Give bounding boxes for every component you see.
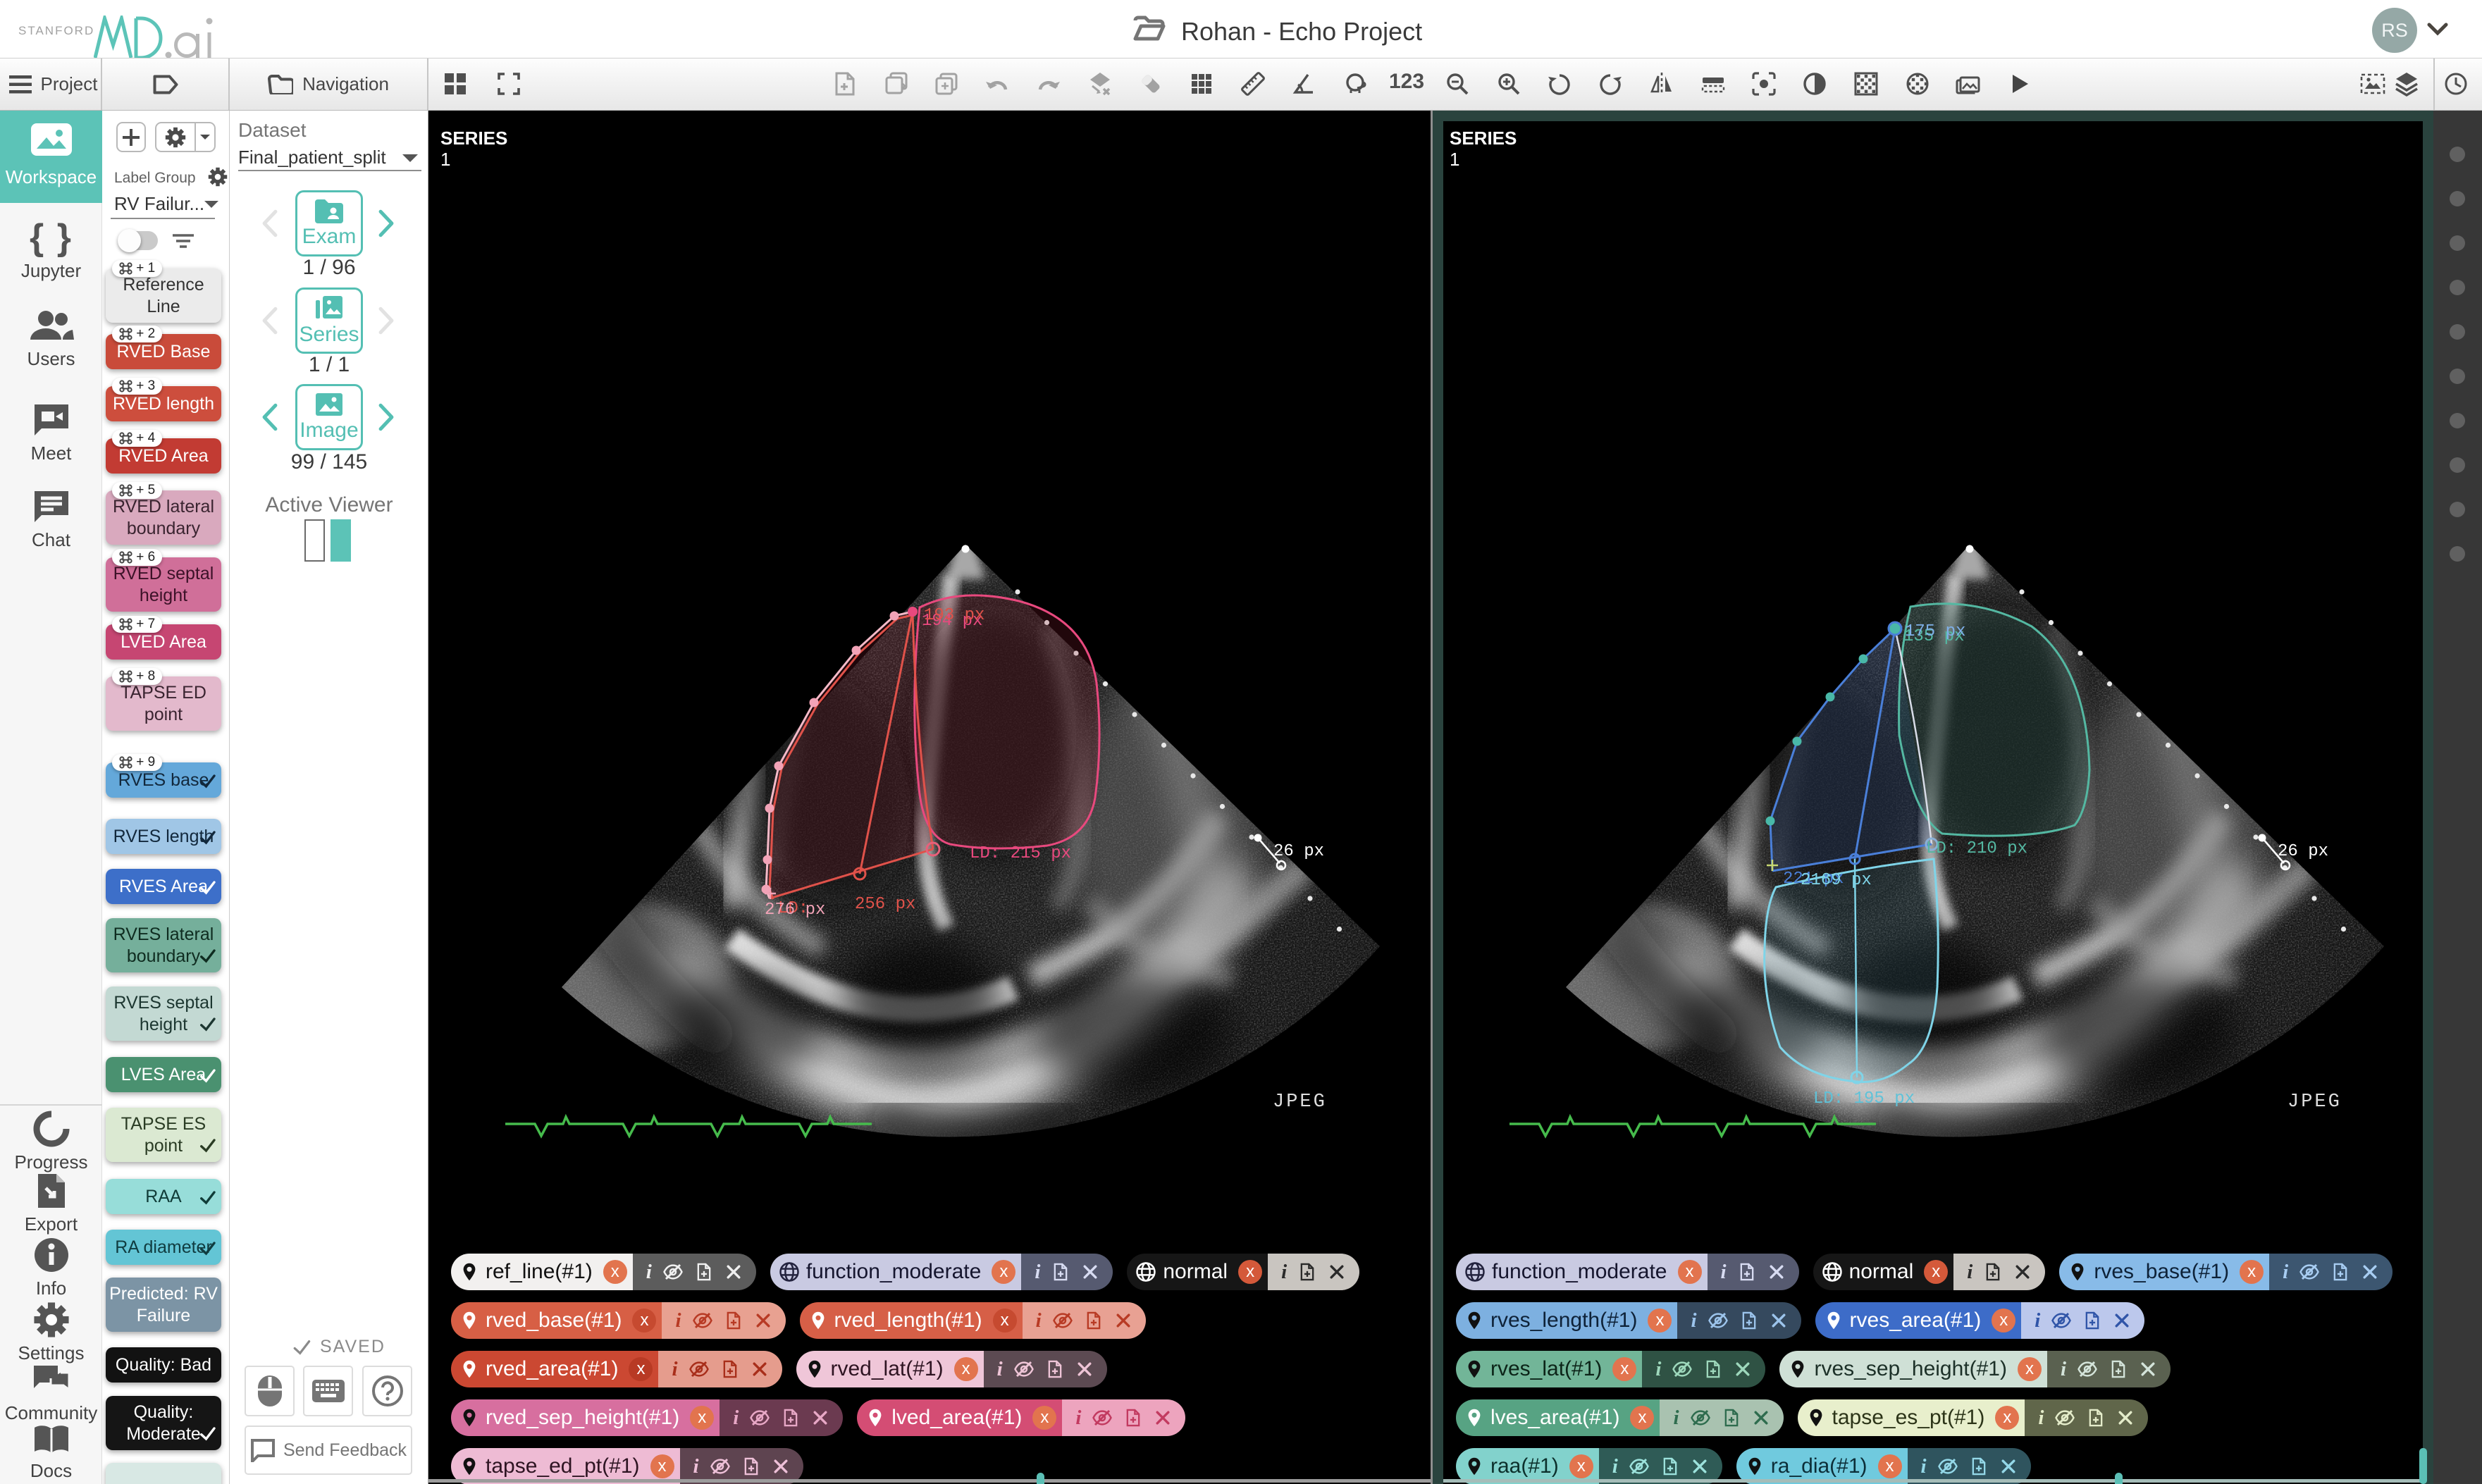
- svg-text:LD: 215 px: LD: 215 px: [970, 844, 1071, 863]
- svg-text:276 px: 276 px: [765, 901, 825, 920]
- svg-text:256 px: 256 px: [855, 895, 915, 914]
- svg-text:LD: 210 px: LD: 210 px: [1926, 839, 2027, 858]
- svg-text:2169 px: 2169 px: [1801, 871, 1872, 890]
- svg-text:LD: 195 px: LD: 195 px: [1813, 1089, 1915, 1108]
- svg-text:26 px: 26 px: [1273, 842, 1324, 861]
- svg-text:193 px: 193 px: [924, 606, 984, 625]
- svg-text:26 px: 26 px: [2278, 842, 2328, 861]
- svg-text:175 px: 175 px: [1905, 622, 1965, 641]
